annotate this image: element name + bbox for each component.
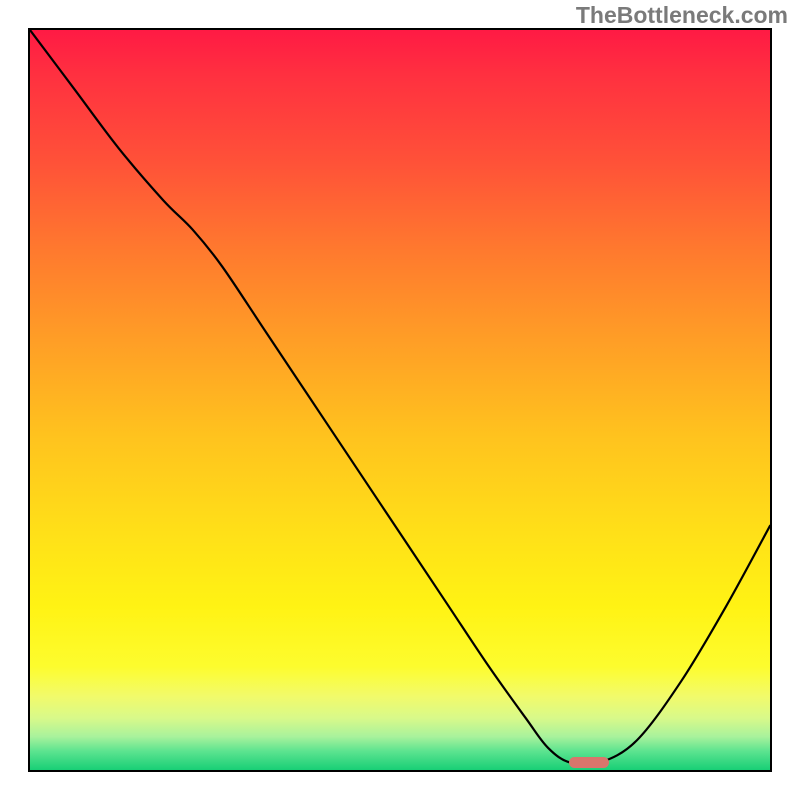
watermark-text: TheBottleneck.com [576, 2, 788, 29]
line-series [30, 30, 770, 770]
plot-area [28, 28, 772, 772]
optimal-marker [569, 757, 609, 768]
chart-container: TheBottleneck.com [0, 0, 800, 800]
